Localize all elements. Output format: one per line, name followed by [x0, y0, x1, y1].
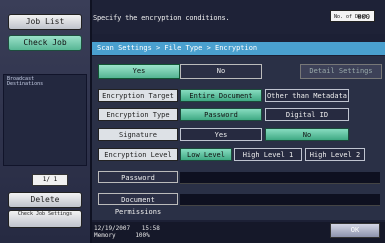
password-type-option[interactable]: Password [180, 108, 262, 121]
dest-count-value: 000 [357, 13, 370, 21]
digital-id-option[interactable]: Digital ID [265, 108, 349, 121]
memory-label: Memory [94, 232, 116, 239]
breadcrumb: Scan Settings > File Type > Encryption [92, 42, 385, 55]
instruction-message: Specify the encryption conditions. [93, 14, 230, 22]
password-button[interactable]: Password [98, 171, 178, 183]
signature-label: Signature [98, 128, 178, 141]
delete-button[interactable]: Delete [8, 192, 82, 208]
dest-count-badge: No. of Dest. 000 [330, 10, 375, 22]
encryption-target-label: Encryption Target [98, 89, 178, 102]
other-than-metadata-option[interactable]: Other than Metadata [265, 89, 349, 102]
high-level-2-option[interactable]: High Level 2 [305, 148, 365, 161]
broadcast-destinations-label: Broadcast Destinations [7, 76, 44, 87]
signature-no-option[interactable]: No [265, 128, 349, 141]
entire-document-option[interactable]: Entire Document [180, 89, 262, 102]
signature-yes-option[interactable]: Yes [180, 128, 262, 141]
high-level-1-option[interactable]: High Level 1 [234, 148, 302, 161]
copier-screen: Job List Check Job Broadcast Destination… [0, 0, 385, 243]
ok-button[interactable]: OK [330, 223, 380, 238]
encryption-yes-button[interactable]: Yes [98, 64, 180, 79]
page-counter: 1/ 1 [32, 174, 68, 186]
time-text: 15:58 [141, 225, 160, 232]
check-job-settings-button[interactable]: Check Job Settings [8, 210, 82, 228]
job-list-button[interactable]: Job List [8, 14, 82, 30]
encryption-level-label: Encryption Level [98, 148, 178, 161]
document-permissions-field [180, 194, 380, 206]
broadcast-destinations-panel: Broadcast Destinations [3, 74, 87, 166]
detail-settings-button[interactable]: Detail Settings [300, 64, 382, 79]
memory-value: 100% [135, 232, 150, 239]
encryption-type-label: Encryption Type [98, 108, 178, 121]
check-job-button[interactable]: Check Job [8, 35, 82, 51]
password-field[interactable] [180, 172, 380, 184]
status-info: 12/19/2007 15:58 Memory 100% [94, 225, 160, 239]
encryption-no-button[interactable]: No [180, 64, 262, 79]
low-level-option[interactable]: Low Level [180, 148, 232, 161]
date-text: 12/19/2007 [94, 225, 131, 232]
document-permissions-button[interactable]: Document Permissions [98, 193, 178, 216]
